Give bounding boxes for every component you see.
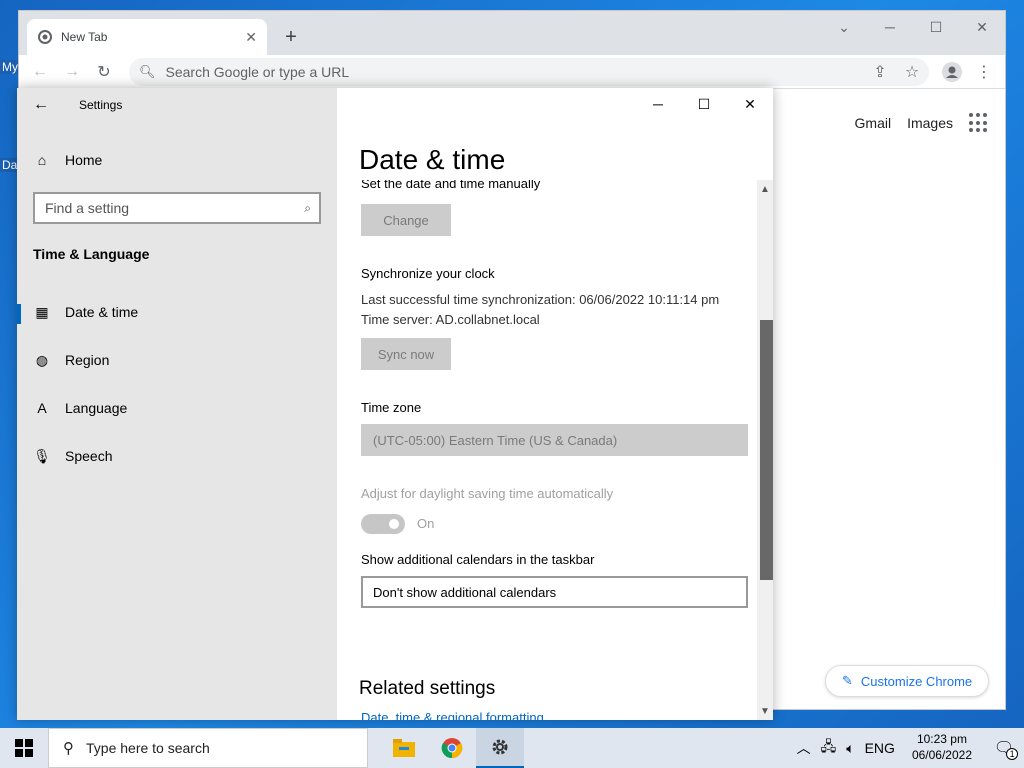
profile-avatar-icon[interactable]	[939, 59, 965, 85]
tab-search-icon[interactable]: ⌄	[821, 11, 867, 43]
system-tray: ︿ 🖧︎ 🔈︎ ENG 10:23 pm 06/06/2022 🗨︎ 1	[792, 728, 1024, 768]
sidebar-item-language[interactable]: A Language	[17, 388, 337, 428]
page-title: Date & time	[359, 144, 506, 175]
clock[interactable]: 10:23 pm 06/06/2022	[912, 732, 972, 763]
omnibox[interactable]: 🔍︎ Search Google or type a URL	[129, 58, 929, 86]
settings-sidebar: ← Settings ⌂ Home Find a setting ⌕ Time …	[17, 88, 337, 720]
omnibox-placeholder: Search Google or type a URL	[165, 64, 350, 80]
maximize-icon[interactable]: ☐	[681, 88, 727, 120]
customize-chrome-button[interactable]: ✎ Customize Chrome	[825, 665, 990, 697]
close-icon[interactable]: ✕	[959, 11, 1005, 43]
calendar-clock-icon: ▦	[35, 303, 49, 320]
gmail-link[interactable]: Gmail	[855, 115, 892, 131]
language-icon: A	[37, 400, 47, 416]
manual-time-label: Set the date and time manually	[361, 180, 541, 191]
clock-time: 10:23 pm	[916, 732, 967, 747]
notification-count: 1	[1006, 748, 1019, 760]
scroll-up-icon[interactable]: ▲	[760, 184, 770, 195]
chrome-tab[interactable]: New Tab ✕	[27, 19, 267, 55]
sidebar-item-label: Date & time	[65, 304, 139, 320]
regional-formatting-link[interactable]: Date, time & regional formatting	[361, 710, 544, 720]
find-setting-placeholder: Find a setting	[45, 200, 130, 216]
home-icon: ⌂	[37, 152, 47, 168]
chrome-favicon-icon	[37, 29, 53, 45]
taskbar-apps	[380, 728, 524, 768]
find-setting-input[interactable]: Find a setting ⌕	[33, 192, 321, 224]
sidebar-item-speech[interactable]: 🎙︎ Speech	[17, 436, 337, 476]
google-links: Gmail Images	[855, 113, 989, 133]
start-button[interactable]	[0, 728, 48, 768]
close-icon[interactable]: ✕	[727, 88, 773, 120]
settings-main: ─ ☐ ✕ Date & time Set the date and time …	[337, 88, 773, 720]
clock-date: 06/06/2022	[911, 748, 972, 762]
back-icon[interactable]: ←	[27, 59, 53, 85]
sidebar-item-label: Language	[65, 400, 128, 416]
minimize-icon[interactable]: ─	[635, 88, 681, 120]
sidebar-item-label: Region	[65, 352, 110, 368]
maximize-icon[interactable]: ☐	[913, 11, 959, 43]
windows-logo-icon	[15, 739, 33, 757]
file-explorer-icon[interactable]	[380, 728, 428, 768]
new-tab-button[interactable]: +	[277, 23, 305, 51]
calendars-header: Show additional calendars in the taskbar	[361, 552, 595, 567]
taskbar-search-input[interactable]: ⚲ Type here to search	[48, 728, 368, 768]
images-link[interactable]: Images	[907, 115, 953, 131]
network-icon[interactable]: 🖧︎	[821, 736, 837, 760]
back-arrow-icon[interactable]: ←	[33, 96, 49, 114]
search-icon: ⌕	[304, 200, 311, 215]
taskbar-search-placeholder: Type here to search	[86, 740, 210, 756]
microphone-icon: 🎙︎	[33, 447, 51, 464]
bookmark-star-icon[interactable]: ☆	[899, 59, 925, 85]
taskbar: ⚲ Type here to search ︿ 🖧︎ 🔈︎ ENG 10:23 …	[0, 728, 1024, 768]
calendars-select[interactable]: Don't show additional calendars	[361, 576, 748, 608]
time-zone-header: Time zone	[361, 400, 422, 415]
related-settings-header: Related settings	[359, 678, 496, 699]
sidebar-item-label: Home	[65, 152, 103, 168]
tab-title: New Tab	[61, 30, 108, 44]
search-icon: ⚲	[63, 740, 74, 757]
forward-icon[interactable]: →	[59, 59, 85, 85]
time-server-text: Time server: AD.collabnet.local	[361, 312, 540, 327]
time-zone-select[interactable]: (UTC-05:00) Eastern Time (US & Canada)	[361, 424, 748, 456]
globe-icon: ◍	[35, 351, 49, 368]
volume-icon[interactable]: 🔈︎	[846, 740, 854, 757]
scroll-down-icon[interactable]: ▼	[760, 706, 770, 717]
change-button[interactable]: Change	[361, 204, 451, 236]
settings-scroll-area: Set the date and time manually Change Sy…	[337, 180, 757, 720]
sync-header: Synchronize your clock	[361, 266, 495, 281]
reload-icon[interactable]: ↻	[91, 59, 117, 85]
chevron-up-icon[interactable]: ︿	[797, 738, 811, 758]
chrome-icon[interactable]	[428, 728, 476, 768]
sidebar-item-label: Speech	[65, 448, 113, 464]
settings-scrollbar[interactable]: ▲ ▼	[757, 180, 773, 720]
sidebar-item-home[interactable]: ⌂ Home	[17, 140, 337, 180]
last-sync-text: Last successful time synchronization: 06…	[361, 292, 720, 307]
customize-label: Customize Chrome	[860, 673, 973, 689]
settings-window: ← Settings ⌂ Home Find a setting ⌕ Time …	[17, 88, 773, 720]
dst-toggle[interactable]	[361, 514, 405, 534]
sidebar-item-date-time[interactable]: ▦ Date & time	[17, 292, 337, 332]
dst-state: On	[417, 516, 435, 531]
settings-window-controls: ─ ☐ ✕	[635, 88, 773, 120]
search-icon: 🔍︎	[139, 64, 156, 79]
menu-kebab-icon[interactable]: ⋮	[971, 59, 997, 85]
close-tab-icon[interactable]: ✕	[245, 29, 257, 46]
sidebar-item-region[interactable]: ◍ Region	[17, 340, 337, 380]
share-icon[interactable]: ⇪	[867, 59, 893, 85]
minimize-icon[interactable]: ─	[867, 11, 913, 43]
settings-app-title: Settings	[79, 98, 123, 112]
input-language[interactable]: ENG	[865, 740, 895, 756]
settings-gear-icon[interactable]	[476, 728, 524, 768]
dst-label: Adjust for daylight saving time automati…	[361, 486, 614, 501]
apps-grid-icon[interactable]	[969, 113, 989, 133]
notification-icon[interactable]: 🗨︎ 1	[984, 738, 1024, 760]
chrome-toolbar: ← → ↻ 🔍︎ Search Google or type a URL ⇪ ☆…	[19, 55, 1005, 89]
nav-group-title: Time & Language	[33, 246, 150, 262]
chrome-tabbar: New Tab ✕ + ⌄ ─ ☐ ✕	[19, 11, 1005, 55]
pencil-icon: ✎	[842, 673, 853, 688]
scroll-thumb[interactable]	[760, 320, 773, 580]
desktop-icon-label[interactable]: My	[0, 60, 20, 74]
chrome-window-controls: ⌄ ─ ☐ ✕	[821, 11, 1005, 43]
sync-now-button[interactable]: Sync now	[361, 338, 451, 370]
